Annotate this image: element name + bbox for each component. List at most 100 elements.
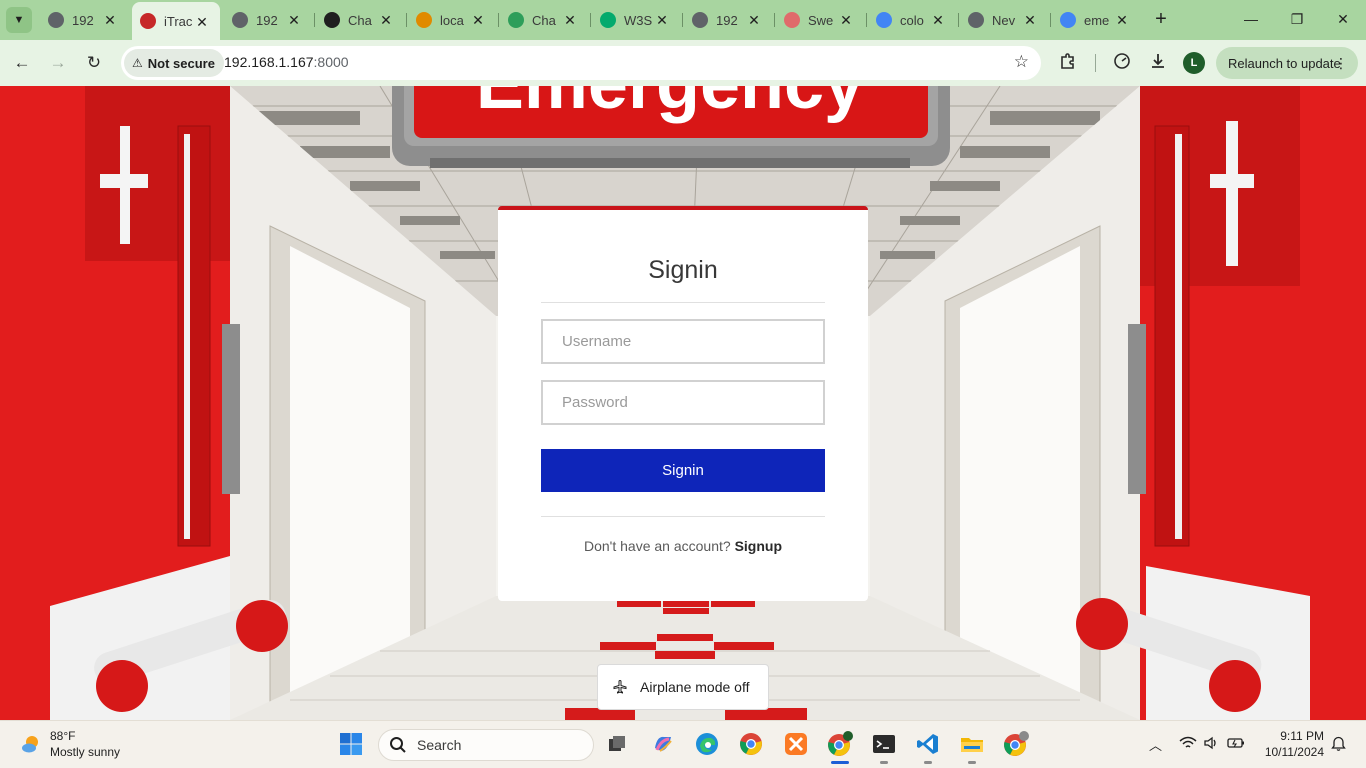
restore-button[interactable]: ❐ bbox=[1286, 8, 1308, 30]
weather-description[interactable]: Mostly sunny bbox=[50, 745, 120, 759]
close-tab-icon[interactable]: ✕ bbox=[838, 12, 854, 29]
globe-icon bbox=[48, 12, 64, 28]
password-input[interactable] bbox=[541, 380, 825, 425]
chrome-profile-button-2[interactable] bbox=[1003, 731, 1029, 757]
taskbar-search[interactable]: Search bbox=[378, 729, 594, 761]
file-explorer-button[interactable] bbox=[959, 731, 985, 757]
minimize-button[interactable]: — bbox=[1240, 8, 1262, 30]
close-tab-icon[interactable]: ✕ bbox=[102, 12, 118, 29]
site-security-chip[interactable]: ⚠ Not secure bbox=[124, 49, 224, 77]
signup-link[interactable]: Signup bbox=[735, 538, 782, 554]
browser-tab[interactable]: iTrac ✕ bbox=[132, 2, 220, 40]
bookmark-star-icon[interactable]: ☆ bbox=[1014, 52, 1029, 72]
url-text[interactable]: 192.168.1.167:8000 bbox=[224, 54, 349, 70]
close-tab-icon[interactable]: ✕ bbox=[378, 12, 394, 29]
start-button[interactable] bbox=[338, 731, 364, 757]
close-tab-icon[interactable]: ✕ bbox=[746, 12, 762, 29]
browser-tab[interactable]: Cha ✕ bbox=[316, 0, 404, 40]
show-hidden-icons-button[interactable]: ︿ bbox=[1149, 735, 1162, 754]
signin-button[interactable]: Signin bbox=[541, 449, 825, 492]
close-tab-icon[interactable]: ✕ bbox=[1114, 12, 1130, 29]
puzzle-icon bbox=[1061, 53, 1074, 69]
browser-tab[interactable]: Swe ✕ bbox=[776, 0, 864, 40]
browser-tab[interactable]: W3S ✕ bbox=[592, 0, 680, 40]
copilot-icon bbox=[655, 736, 672, 752]
back-button[interactable]: ← bbox=[10, 52, 34, 74]
close-tab-icon[interactable]: ✕ bbox=[1022, 12, 1038, 29]
task-view-icon bbox=[609, 736, 625, 751]
performance-button[interactable] bbox=[1110, 52, 1134, 74]
globe-icon bbox=[692, 12, 708, 28]
relaunch-button[interactable]: Relaunch to update ⋮ bbox=[1216, 47, 1358, 79]
browser-tab[interactable]: 192 ✕ bbox=[684, 0, 772, 40]
file-explorer-icon bbox=[961, 738, 983, 752]
browser-tab[interactable]: 192 ✕ bbox=[40, 0, 128, 40]
browser-tab[interactable]: eme ✕ bbox=[1052, 0, 1140, 40]
username-input[interactable] bbox=[541, 319, 825, 364]
download-icon bbox=[1152, 54, 1164, 68]
tab-title: W3S bbox=[624, 12, 652, 28]
copilot-button[interactable] bbox=[650, 731, 676, 757]
clock-date[interactable]: 10/11/2024 bbox=[1250, 745, 1324, 759]
close-tab-icon[interactable]: ✕ bbox=[194, 14, 210, 31]
w-logo-icon bbox=[600, 12, 616, 28]
relaunch-label: Relaunch to update bbox=[1228, 55, 1341, 71]
browser-tab[interactable]: Nev ✕ bbox=[960, 0, 1048, 40]
close-tab-icon[interactable]: ✕ bbox=[286, 12, 302, 29]
arrow-right-icon: → bbox=[49, 53, 67, 72]
airplane-mode-toast: Airplane mode off bbox=[597, 664, 769, 710]
address-bar[interactable]: ⚠ Not secure 192.168.1.167:8000 ☆ bbox=[121, 46, 1041, 80]
xampp-button[interactable] bbox=[783, 731, 809, 757]
reload-button[interactable]: ↻ bbox=[82, 52, 106, 74]
wifi-icon[interactable] bbox=[1179, 735, 1197, 754]
signin-card: Signin Signin Don't have an account? Sig… bbox=[498, 206, 868, 601]
browser-tab[interactable]: loca ✕ bbox=[408, 0, 496, 40]
speedometer-icon bbox=[1114, 53, 1130, 69]
chevron-down-icon: ▼ bbox=[13, 14, 25, 26]
battery-icon[interactable] bbox=[1227, 735, 1245, 754]
tab-separator bbox=[958, 13, 959, 27]
profile-avatar[interactable]: L bbox=[1183, 52, 1205, 74]
terminal-button[interactable] bbox=[871, 731, 897, 757]
volume-icon[interactable] bbox=[1203, 735, 1219, 754]
weather-temperature[interactable]: 88°F bbox=[50, 729, 75, 743]
globe-icon bbox=[232, 12, 248, 28]
tab-title: eme bbox=[1084, 12, 1110, 28]
tab-title: loca bbox=[440, 12, 464, 28]
more-menu-icon[interactable]: ⋮ bbox=[1334, 54, 1348, 72]
close-window-button[interactable]: ✕ bbox=[1332, 8, 1354, 30]
task-view-button[interactable] bbox=[604, 731, 630, 757]
chrome-button[interactable] bbox=[738, 731, 764, 757]
restore-icon: ❐ bbox=[1290, 11, 1304, 27]
notifications-bell-icon[interactable] bbox=[1331, 735, 1346, 754]
tab-separator bbox=[1050, 13, 1051, 27]
chrome-profile-button[interactable] bbox=[827, 731, 853, 757]
clock-time[interactable]: 9:11 PM bbox=[1262, 729, 1324, 743]
tab-search-button[interactable]: ▼ bbox=[6, 7, 32, 33]
active-app-indicator bbox=[831, 761, 849, 764]
close-icon: ✕ bbox=[1337, 11, 1349, 27]
browser-tab[interactable]: Cha ✕ bbox=[500, 0, 588, 40]
toolbar-divider bbox=[1095, 54, 1096, 72]
new-tab-button[interactable]: + bbox=[1150, 8, 1172, 30]
browser-tab[interactable]: colo ✕ bbox=[868, 0, 956, 40]
browser-tab[interactable]: 192 ✕ bbox=[224, 0, 312, 40]
tab-title: colo bbox=[900, 12, 924, 28]
close-tab-icon[interactable]: ✕ bbox=[562, 12, 578, 29]
tab-title: Cha bbox=[348, 12, 372, 28]
close-tab-icon[interactable]: ✕ bbox=[930, 12, 946, 29]
chrome-icon bbox=[740, 733, 762, 755]
w-logo-icon bbox=[508, 12, 524, 28]
downloads-button[interactable] bbox=[1146, 52, 1170, 74]
google-icon bbox=[1060, 12, 1076, 28]
tab-separator bbox=[406, 13, 407, 27]
forward-button[interactable]: → bbox=[46, 52, 70, 74]
close-tab-icon[interactable]: ✕ bbox=[470, 12, 486, 29]
vscode-button[interactable] bbox=[915, 731, 941, 757]
edge-button[interactable] bbox=[694, 731, 720, 757]
tab-separator bbox=[774, 13, 775, 27]
extensions-button[interactable] bbox=[1056, 52, 1080, 74]
close-tab-icon[interactable]: ✕ bbox=[654, 12, 670, 29]
partly-sunny-icon[interactable] bbox=[20, 733, 42, 755]
emergency-sign-text: Emergency bbox=[476, 86, 864, 124]
